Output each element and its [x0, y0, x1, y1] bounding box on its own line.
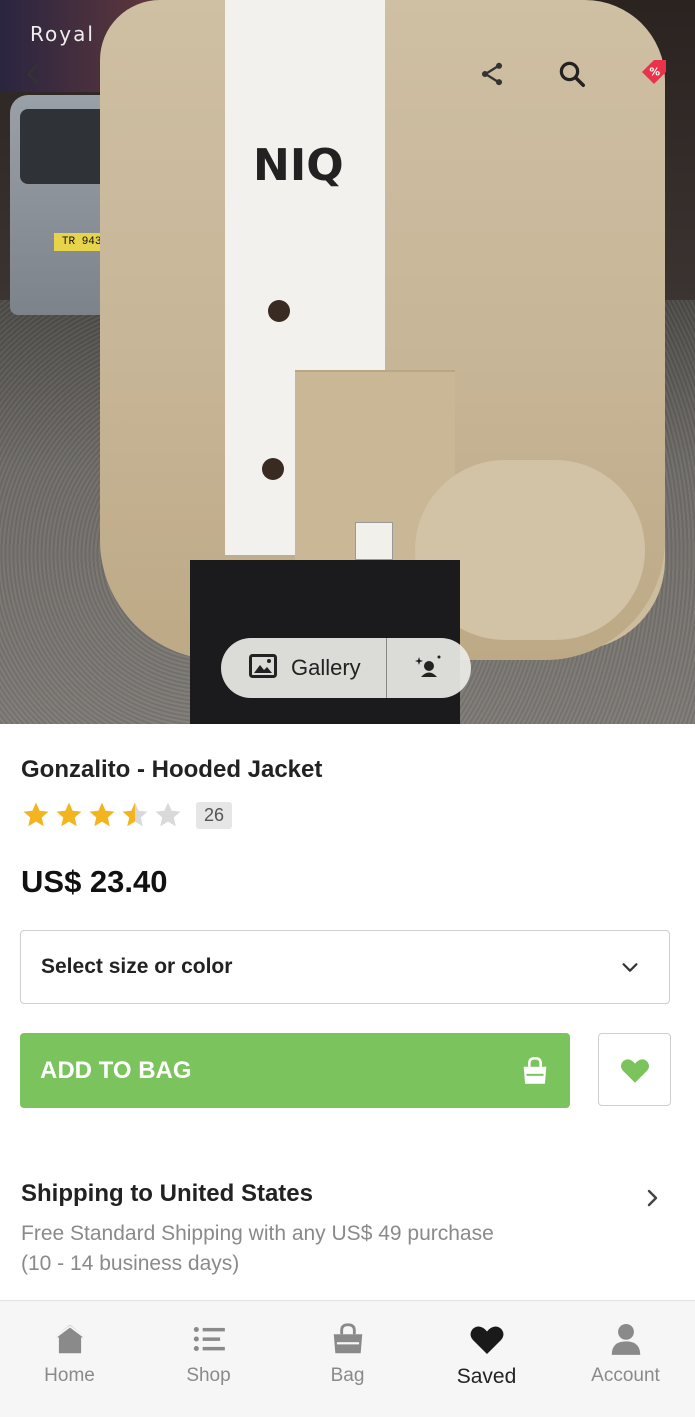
nav-saved-label: Saved [456, 1365, 517, 1388]
nav-home-label: Home [44, 1365, 95, 1386]
svg-text:%: % [649, 65, 660, 78]
discount-tag-icon[interactable]: % [638, 56, 670, 88]
shirt-print: NIQ [253, 140, 344, 191]
review-count: 26 [196, 801, 233, 829]
gallery-label: Gallery [291, 655, 361, 680]
size-color-select[interactable]: Select size or color [20, 930, 670, 1004]
empty-star-icon [155, 802, 181, 827]
bag-icon [523, 1056, 547, 1084]
search-icon[interactable] [556, 58, 588, 90]
bag-icon [328, 1319, 368, 1359]
star-icon [89, 802, 115, 827]
product-hero-image[interactable]: Royal TR 9436 NIQ % Gallery [0, 0, 695, 724]
product-price: US$ 23.40 [21, 864, 168, 899]
home-icon [50, 1319, 90, 1359]
add-to-bag-label: ADD TO BAG [40, 1056, 192, 1084]
nav-saved[interactable]: Saved [417, 1301, 556, 1417]
jacket-button [262, 458, 284, 480]
jacket-button [268, 300, 290, 322]
product-rating[interactable]: 26 [21, 800, 233, 830]
heart-icon [620, 1058, 649, 1083]
jacket-label-patch [355, 522, 393, 560]
add-to-bag-button[interactable]: ADD TO BAG [20, 1033, 570, 1108]
gallery-toggle: Gallery [221, 638, 471, 698]
nav-bag-label: Bag [330, 1365, 365, 1386]
image-icon [249, 653, 277, 683]
nav-shop-label: Shop [186, 1365, 231, 1386]
shipping-title: Shipping to United States [21, 1180, 313, 1207]
product-title: Gonzalito - Hooded Jacket [21, 756, 323, 783]
gallery-button[interactable]: Gallery [221, 638, 387, 698]
nav-shop[interactable]: Shop [139, 1301, 278, 1417]
shipping-duration: (10 - 14 business days) [21, 1252, 240, 1275]
share-icon[interactable] [476, 58, 508, 90]
star-icon [56, 802, 82, 827]
save-to-wishlist-button[interactable] [598, 1033, 671, 1106]
bottom-nav: Home Shop Bag Saved Account [0, 1300, 695, 1417]
half-star-icon [122, 802, 148, 827]
nav-home[interactable]: Home [0, 1301, 139, 1417]
star-icon [23, 802, 49, 827]
heart-icon [467, 1319, 507, 1359]
chevron-right-icon [647, 1189, 658, 1207]
nav-account[interactable]: Account [556, 1301, 695, 1417]
list-icon [189, 1319, 229, 1359]
shipping-offer: Free Standard Shipping with any US$ 49 p… [21, 1222, 494, 1245]
nav-bag[interactable]: Bag [278, 1301, 417, 1417]
try-on-icon [414, 651, 444, 686]
try-on-button[interactable] [387, 638, 471, 698]
chevron-down-icon [622, 963, 638, 972]
nav-account-label: Account [591, 1365, 660, 1386]
select-label: Select size or color [41, 955, 233, 978]
back-arrow-icon[interactable] [18, 58, 50, 90]
user-icon [606, 1319, 646, 1359]
